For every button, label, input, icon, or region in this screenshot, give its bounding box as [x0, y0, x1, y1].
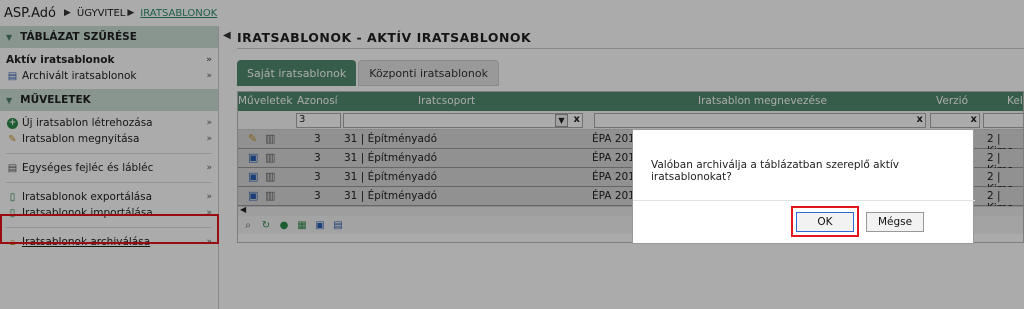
cancel-button[interactable]: Mégse [866, 212, 924, 232]
confirm-dialog: Valóban archiválja a táblázatban szerepl… [632, 129, 975, 244]
divider [633, 200, 975, 201]
ok-button[interactable]: OK [796, 212, 854, 232]
dialog-message: Valóban archiválja a táblázatban szerepl… [651, 159, 899, 183]
